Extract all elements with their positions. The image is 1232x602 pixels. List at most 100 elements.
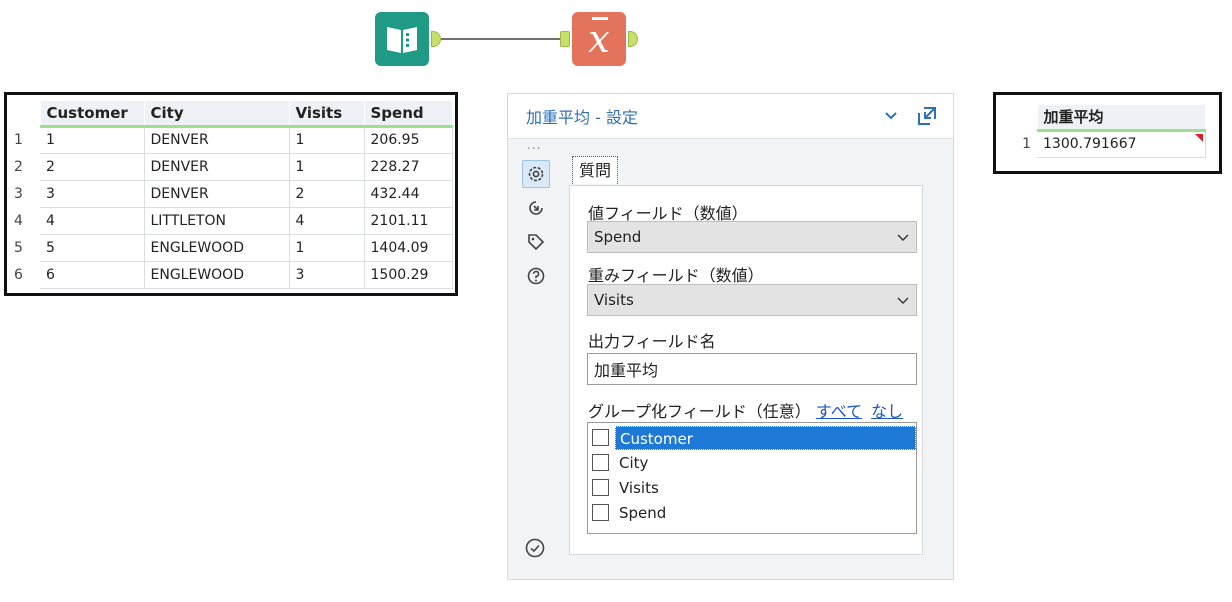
row-number: 5	[10, 234, 40, 261]
cell-spend[interactable]: 206.95	[364, 126, 453, 154]
table-row[interactable]: 2 2 DENVER 1 228.27	[10, 153, 453, 181]
weighted-average-tool[interactable]: x	[572, 12, 626, 66]
checkbox[interactable]	[592, 504, 609, 521]
output-name-label: 出力フィールド名	[588, 332, 716, 351]
column-header[interactable]: 加重平均	[1037, 105, 1206, 132]
table-row[interactable]: 3 3 DENVER 2 432.44	[10, 180, 453, 208]
tab-question[interactable]: 質問	[572, 156, 619, 184]
value-field-selected: Spend	[594, 228, 642, 246]
group-fields-label: グループ化フィールド（任意） すべて なし	[588, 398, 903, 422]
cell-visits[interactable]: 1	[289, 153, 365, 181]
list-item[interactable]: Spend	[592, 500, 916, 525]
cell-city[interactable]: LITTLETON	[144, 207, 290, 235]
question-icon	[527, 267, 545, 285]
list-item[interactable]: City	[592, 450, 916, 475]
panel-grip: ...	[527, 138, 542, 152]
book-icon	[387, 27, 417, 53]
help-tab-button[interactable]	[522, 262, 550, 290]
cell-visits[interactable]: 2	[289, 180, 365, 208]
chevron-down-icon	[897, 234, 909, 241]
weight-field-label: 重みフィールド（数値）	[588, 266, 764, 285]
column-header[interactable]: City	[144, 101, 290, 128]
cell-visits[interactable]: 4	[289, 207, 365, 235]
table-row[interactable]: 4 4 LITTLETON 4 2101.11	[10, 207, 453, 235]
weight-field-select[interactable]: Visits	[587, 284, 917, 316]
cell-customer[interactable]: 1	[40, 126, 145, 154]
input-tool-output-anchor[interactable]	[431, 31, 441, 47]
cell-customer[interactable]: 4	[40, 207, 145, 235]
row-number: 4	[10, 207, 40, 234]
cell-spend[interactable]: 2101.11	[364, 207, 453, 235]
list-item[interactable]: Visits	[592, 475, 916, 500]
output-name-value: 加重平均	[594, 361, 659, 380]
cell-city[interactable]: ENGLEWOOD	[144, 234, 290, 262]
column-header[interactable]: Visits	[289, 101, 365, 128]
cell-spend[interactable]: 228.27	[364, 153, 453, 181]
panel-title: 加重平均 - 設定	[526, 108, 638, 127]
row-number-header	[10, 101, 41, 126]
list-item-label: City	[619, 453, 649, 472]
cell-weighted-average[interactable]: 1300.791667	[1037, 130, 1206, 158]
configuration-tab-button[interactable]	[522, 160, 550, 188]
select-none-link[interactable]: なし	[871, 402, 903, 421]
cell-customer[interactable]: 2	[40, 153, 145, 181]
row-number: 1	[10, 126, 40, 153]
workflow-connection[interactable]	[441, 38, 560, 40]
input-data-tool[interactable]	[375, 12, 429, 66]
row-number: 6	[10, 261, 40, 288]
row-number-header	[1001, 105, 1038, 130]
input-data-grid: Customer City Visits Spend 1 1 DENVER 1 …	[4, 92, 458, 296]
undock-icon	[918, 107, 936, 125]
list-item[interactable]: Customer	[592, 425, 916, 450]
table-row[interactable]: 1 1300.791667	[1001, 130, 1206, 158]
cell-customer[interactable]: 5	[40, 234, 145, 262]
panel-header: 加重平均 - 設定	[508, 94, 953, 139]
weighted-average-input-anchor[interactable]	[560, 31, 570, 47]
checkbox[interactable]	[592, 479, 609, 496]
row-number: 2	[10, 153, 40, 180]
undock-button[interactable]	[913, 102, 941, 130]
cell-city[interactable]: DENVER	[144, 126, 290, 154]
cell-city[interactable]: DENVER	[144, 180, 290, 208]
cell-customer[interactable]: 3	[40, 180, 145, 208]
value-field-select[interactable]: Spend	[587, 221, 917, 253]
column-header[interactable]: Spend	[364, 101, 453, 128]
question-content: 値フィールド（数値） Spend 重みフィールド（数値） Visits 出力フィ…	[569, 185, 923, 555]
column-header[interactable]: Customer	[40, 101, 145, 128]
panel-side-toolbar	[522, 160, 550, 296]
list-item-label: Customer	[615, 425, 916, 450]
table-row[interactable]: 5 5 ENGLEWOOD 1 1404.09	[10, 234, 453, 262]
output-data-grid: 加重平均 1 1300.791667	[993, 92, 1222, 174]
collapse-button[interactable]	[877, 102, 905, 130]
cell-visits[interactable]: 1	[289, 234, 365, 262]
cell-spend[interactable]: 432.44	[364, 180, 453, 208]
table-row[interactable]: 6 6 ENGLEWOOD 3 1500.29	[10, 261, 453, 289]
list-item-label: Spend	[619, 503, 667, 522]
list-item-label: Visits	[619, 478, 659, 497]
status-indicator	[524, 537, 546, 563]
group-fields-label-text: グループ化フィールド（任意）	[588, 402, 811, 421]
cell-spend[interactable]: 1404.09	[364, 234, 453, 262]
annotation-tab-button[interactable]	[522, 194, 550, 222]
weight-field-selected: Visits	[594, 291, 634, 309]
checkbox[interactable]	[592, 429, 609, 446]
group-fields-list[interactable]: Customer City Visits Spend	[587, 422, 917, 534]
cell-spend[interactable]: 1500.29	[364, 261, 453, 289]
select-all-link[interactable]: すべて	[816, 402, 862, 421]
output-name-input[interactable]: 加重平均	[587, 353, 917, 385]
table-row[interactable]: 1 1 DENVER 1 206.95	[10, 126, 453, 154]
chevron-down-icon	[885, 112, 897, 120]
metadata-tab-button[interactable]	[522, 228, 550, 256]
row-number: 3	[10, 180, 40, 207]
weighted-average-output-anchor[interactable]	[628, 31, 638, 47]
checkbox[interactable]	[592, 454, 609, 471]
cell-city[interactable]: DENVER	[144, 153, 290, 181]
cell-visits[interactable]: 3	[289, 261, 365, 289]
x-bar-icon: x	[588, 17, 610, 61]
arrow-circle-icon	[529, 201, 543, 215]
cell-visits[interactable]: 1	[289, 126, 365, 154]
cell-customer[interactable]: 6	[40, 261, 145, 289]
gear-icon	[528, 166, 544, 182]
configuration-panel: 加重平均 - 設定 ... 質問 値フィールド（数値） Spend 重みフィール…	[507, 93, 954, 580]
cell-city[interactable]: ENGLEWOOD	[144, 261, 290, 289]
